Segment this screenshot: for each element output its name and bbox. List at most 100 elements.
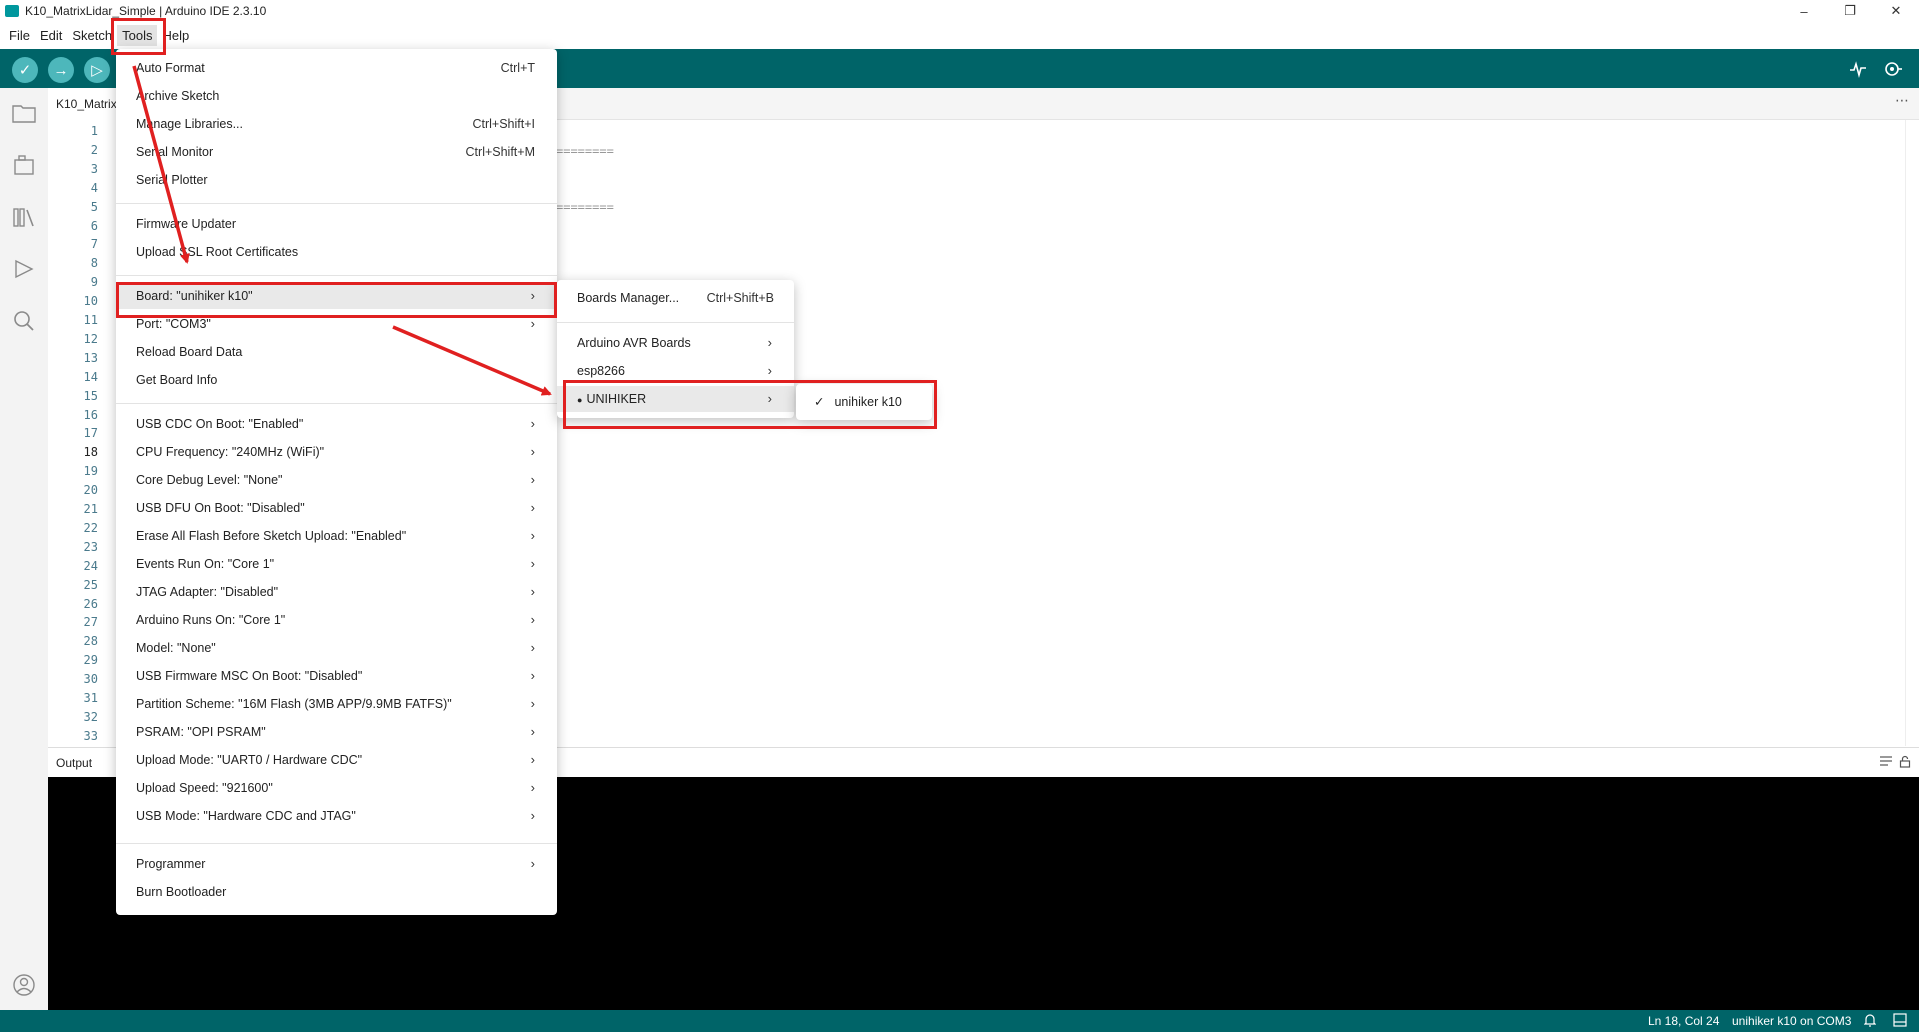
close-button[interactable]: ✕: [1873, 0, 1919, 22]
menu-arduino-avr-boards[interactable]: Arduino AVR Boards ›: [557, 330, 794, 356]
menu-boards-manager[interactable]: Boards Manager... Ctrl+Shift+B: [557, 285, 794, 311]
upload-button[interactable]: →: [48, 57, 74, 83]
sketchbook-folder-icon[interactable]: [11, 100, 37, 126]
menu-item-label: Arduino AVR Boards: [577, 336, 691, 350]
menu-manage-libraries[interactable]: Manage Libraries... Ctrl+Shift+I: [116, 111, 557, 137]
cursor-position[interactable]: Ln 18, Col 24: [1648, 1014, 1719, 1028]
submenu-arrow-icon: ›: [530, 780, 535, 795]
menu-item-label: Get Board Info: [136, 373, 218, 387]
menu-file[interactable]: File: [4, 25, 35, 46]
line-number: 25: [83, 577, 98, 592]
menu-board-option[interactable]: Events Run On: "Core 1" ›: [116, 551, 557, 577]
menu-item-label: Manage Libraries...: [136, 117, 244, 131]
menu-programmer[interactable]: Programmer ›: [116, 851, 557, 877]
menu-board-option[interactable]: Erase All Flash Before Sketch Upload: "E…: [116, 523, 557, 549]
activity-sidebar: [0, 88, 48, 1010]
account-icon[interactable]: [11, 972, 37, 998]
menu-get-board-info[interactable]: Get Board Info: [116, 367, 557, 393]
submenu-arrow-icon: ›: [530, 472, 535, 487]
menu-board-option[interactable]: Upload Speed: "921600" ›: [116, 775, 557, 801]
menu-bar: File Edit Sketch Tools Help: [0, 22, 1919, 49]
menu-board-option[interactable]: JTAG Adapter: "Disabled" ›: [116, 579, 557, 605]
debug-button[interactable]: ▷: [84, 57, 110, 83]
annotation-tools-highlight: [111, 18, 166, 55]
line-number: 3: [90, 161, 98, 176]
line-number: 30: [83, 672, 98, 687]
menu-sketch[interactable]: Sketch: [67, 25, 117, 46]
line-number: 11: [83, 313, 98, 327]
menu-board-option[interactable]: CPU Frequency: "240MHz (WiFi)" ›: [116, 439, 557, 465]
line-number: 9: [90, 275, 98, 290]
menu-separator: [557, 322, 794, 323]
menu-board-option[interactable]: Partition Scheme: "16M Flash (3MB APP/9.…: [116, 691, 557, 717]
tab-sketch[interactable]: K10_Matrix: [48, 88, 125, 120]
notifications-icon[interactable]: [1863, 1013, 1877, 1030]
menu-serial-plotter[interactable]: Serial Plotter: [116, 167, 557, 193]
line-number: 14: [83, 369, 98, 384]
menu-item-label: Upload SSL Root Certificates: [136, 245, 299, 259]
menu-item-label: CPU Frequency: "240MHz (WiFi)": [136, 445, 325, 459]
menu-board-option[interactable]: USB DFU On Boot: "Disabled" ›: [116, 495, 557, 521]
menu-item-label: Upload Speed: "921600": [136, 781, 273, 795]
menu-separator: [116, 403, 557, 404]
menu-archive-sketch[interactable]: Archive Sketch: [116, 83, 557, 109]
menu-item-label: PSRAM: "OPI PSRAM": [136, 725, 266, 739]
menu-item-label: Erase All Flash Before Sketch Upload: "E…: [136, 529, 407, 543]
menu-reload-board-data[interactable]: Reload Board Data: [116, 339, 557, 365]
menu-item-label: USB Mode: "Hardware CDC and JTAG": [136, 809, 356, 823]
submenu-arrow-icon: ›: [530, 416, 535, 431]
submenu-arrow-icon: ›: [767, 335, 772, 350]
menu-upload-ssl[interactable]: Upload SSL Root Certificates: [116, 239, 557, 265]
clear-output-icon[interactable]: [1879, 755, 1893, 771]
line-number: 13: [83, 350, 98, 365]
boards-manager-icon[interactable]: [11, 152, 37, 178]
menu-item-label: USB CDC On Boot: "Enabled": [136, 417, 304, 431]
line-number: 29: [83, 653, 98, 668]
menu-firmware-updater[interactable]: Firmware Updater: [116, 211, 557, 237]
library-manager-icon[interactable]: [11, 204, 37, 230]
menu-burn-bootloader[interactable]: Burn Bootloader: [116, 879, 557, 905]
submenu-arrow-icon: ›: [530, 528, 535, 543]
submenu-arrow-icon: ›: [530, 668, 535, 683]
line-number: 26: [83, 596, 98, 611]
maximize-button[interactable]: ❐: [1827, 0, 1873, 22]
menu-board-option[interactable]: USB Firmware MSC On Boot: "Disabled" ›: [116, 663, 557, 689]
debug-icon[interactable]: [11, 256, 37, 282]
line-number: 12: [83, 331, 98, 346]
line-number: 21: [83, 502, 98, 516]
submenu-arrow-icon: ›: [530, 808, 535, 823]
board-port-status[interactable]: unihiker k10 on COM3: [1732, 1014, 1851, 1028]
line-number: 27: [83, 615, 98, 630]
menu-item-label: Serial Monitor: [136, 145, 214, 159]
more-tabs-icon[interactable]: ⋯: [1895, 92, 1909, 109]
minimize-button[interactable]: –: [1781, 0, 1827, 22]
code-fragment: ========: [556, 200, 614, 214]
menu-edit[interactable]: Edit: [35, 25, 67, 46]
menu-auto-format[interactable]: Auto Format Ctrl+T: [116, 55, 557, 81]
verify-button[interactable]: ✓: [12, 57, 38, 83]
menu-board-option[interactable]: USB CDC On Boot: "Enabled" ›: [116, 411, 557, 437]
line-number: 33: [83, 728, 98, 743]
menu-board-option[interactable]: PSRAM: "OPI PSRAM" ›: [116, 719, 557, 745]
toggle-panel-icon[interactable]: [1893, 1013, 1907, 1030]
serial-monitor-icon[interactable]: [1882, 58, 1904, 80]
menu-serial-monitor[interactable]: Serial Monitor Ctrl+Shift+M: [116, 139, 557, 165]
submenu-arrow-icon: ›: [530, 612, 535, 627]
menu-item-label: Partition Scheme: "16M Flash (3MB APP/9.…: [136, 697, 452, 711]
line-number: 8: [90, 256, 98, 271]
search-icon[interactable]: [11, 308, 37, 334]
lock-scroll-icon[interactable]: [1899, 755, 1911, 771]
line-number: 5: [90, 199, 98, 214]
line-number: 1: [90, 124, 98, 138]
line-number: 23: [83, 539, 98, 554]
menu-board-option[interactable]: Core Debug Level: "None" ›: [116, 467, 557, 493]
menu-board-option[interactable]: Arduino Runs On: "Core 1" ›: [116, 607, 557, 633]
menu-board-option[interactable]: USB Mode: "Hardware CDC and JTAG" ›: [116, 803, 557, 829]
line-number: 18: [83, 445, 98, 460]
editor-scrollbar[interactable]: [1905, 120, 1919, 746]
menu-item-label: USB DFU On Boot: "Disabled": [136, 501, 305, 515]
serial-plotter-icon[interactable]: [1847, 58, 1869, 80]
menu-board-option[interactable]: Model: "None" ›: [116, 635, 557, 661]
menu-board-option[interactable]: Upload Mode: "UART0 / Hardware CDC" ›: [116, 747, 557, 773]
submenu-arrow-icon: ›: [530, 500, 535, 515]
